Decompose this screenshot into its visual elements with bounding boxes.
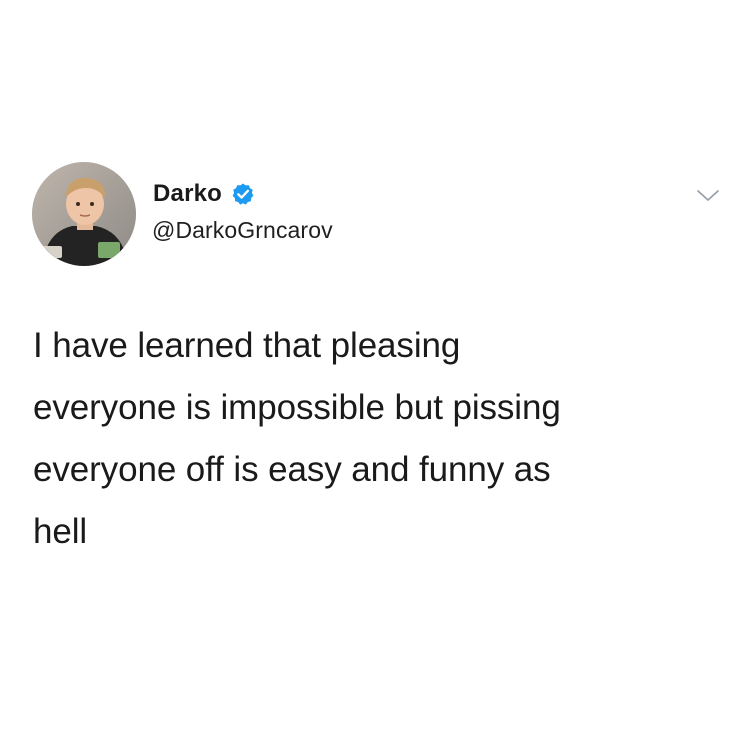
author-handle[interactable]: @DarkoGrncarov: [152, 217, 333, 244]
avatar[interactable]: [32, 162, 136, 266]
author-display-name[interactable]: Darko: [153, 180, 222, 208]
chevron-down-icon[interactable]: [696, 188, 720, 204]
verified-badge-icon: [231, 182, 255, 206]
tweet-text: I have learned that pleasing everyone is…: [33, 326, 561, 551]
tweet-card: Darko @DarkoGrncarov I have learned that…: [0, 0, 750, 741]
author-name-row: Darko: [153, 176, 255, 212]
